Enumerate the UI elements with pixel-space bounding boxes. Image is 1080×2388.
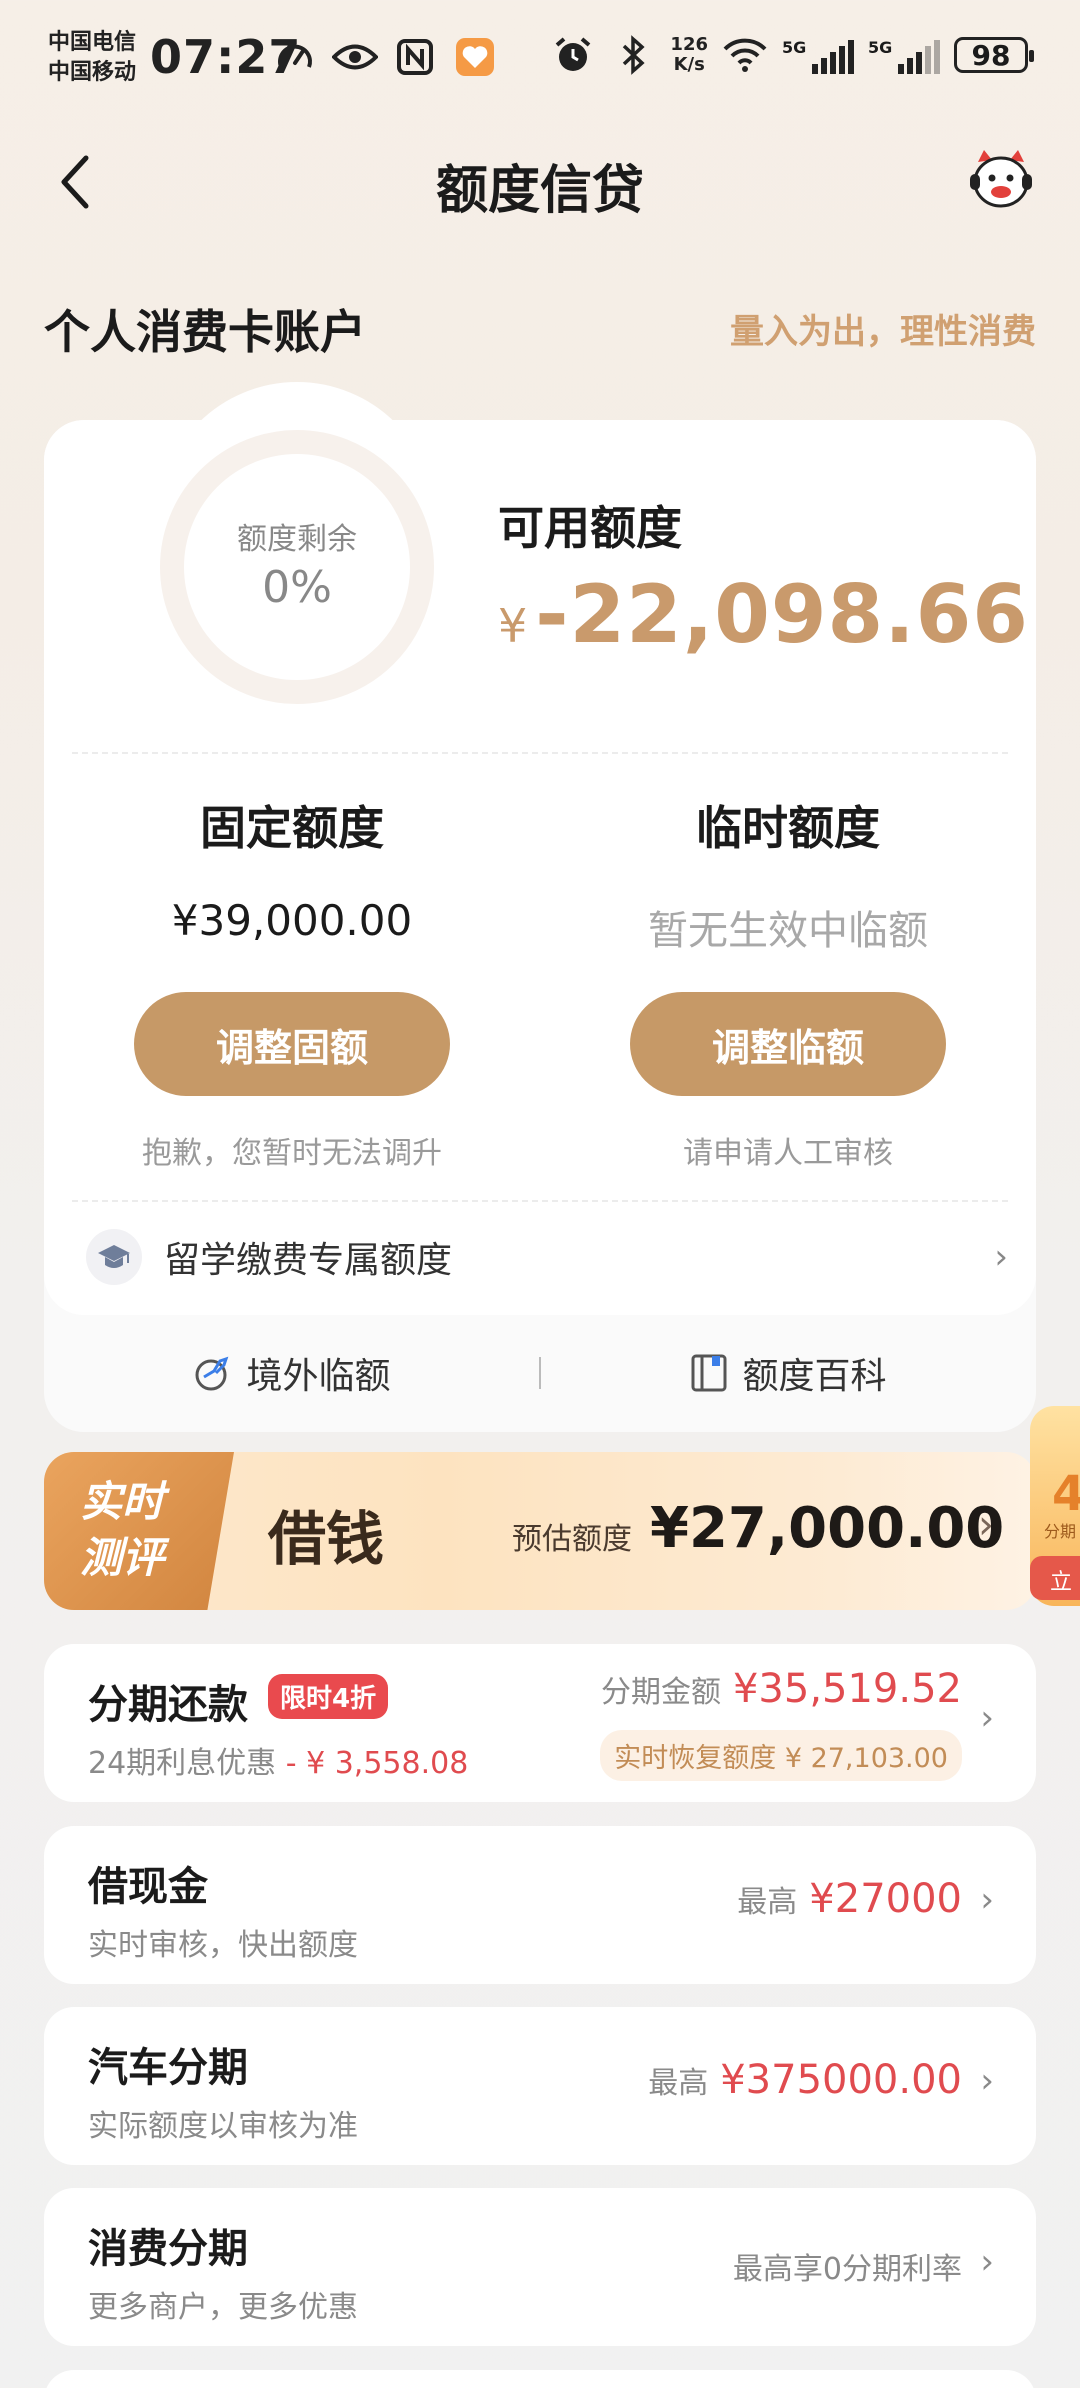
network-speed-unit: K/s — [673, 54, 705, 75]
adjust-temp-button[interactable]: 调整临额 — [630, 992, 946, 1096]
promo-button[interactable]: 立 — [1030, 1556, 1080, 1600]
study-abroad-label: 留学缴费专属额度 — [164, 1240, 453, 1281]
row-title: 分期还款 — [88, 1682, 248, 1728]
available-credit-amount: ¥ -22,098.66 — [498, 568, 1029, 661]
chevron-right-icon: › — [980, 2061, 994, 2101]
adjust-fixed-button[interactable]: 调整固额 — [134, 992, 450, 1096]
credit-wiki-link[interactable]: 额度百科 — [541, 1347, 1036, 1399]
wifi-icon — [722, 34, 768, 76]
recover-label: 实时恢复额度 — [614, 1743, 777, 1774]
page-title: 额度信贷 — [435, 161, 644, 221]
overseas-temp-credit-label: 境外临额 — [246, 1356, 391, 1397]
max-amount-value: ¥375000.00 — [720, 2057, 962, 2103]
carrier-1: 中国电信 — [48, 30, 137, 55]
temp-credit-label: 临时额度 — [696, 801, 880, 855]
divider — [72, 752, 1008, 754]
next-row-partial — [44, 2370, 1036, 2388]
mascot-icon[interactable] — [966, 148, 1036, 210]
floating-promo-badge[interactable]: 4 分期 立 — [1030, 1406, 1080, 1606]
remaining-label: 额度剩余 — [237, 522, 357, 557]
carrier-2: 中国移动 — [48, 60, 137, 85]
chevron-right-icon: › — [994, 1237, 1008, 1277]
available-credit-label: 可用额度 — [498, 501, 682, 555]
carrier-info: 中国电信 中国移动 — [48, 28, 136, 88]
max-amount: 最高 ¥375000.00 — [648, 2057, 962, 2103]
recover-credit-badge: 实时恢复额度 ¥ 27,103.00 — [600, 1730, 962, 1781]
installment-repay-row[interactable]: 分期还款 限时4折 24期利息优惠 - ¥ 3,558.08 分期金额 ¥35,… — [44, 1644, 1036, 1802]
fixed-credit-value: ¥39,000.00 — [171, 896, 413, 945]
eye-icon — [332, 36, 378, 78]
installment-amount-value: ¥35,519.52 — [732, 1666, 962, 1712]
signal-2-label: 5G — [868, 38, 893, 57]
borrow-banner[interactable]: 实时 测评 借钱 预估额度 ¥27,000.00 › — [44, 1452, 1036, 1610]
signal-strength-2: 5G — [868, 36, 940, 74]
max-label: 最高 — [648, 2066, 709, 2101]
limited-discount-badge: 限时4折 — [268, 1674, 389, 1719]
credit-quick-links: 境外临额 额度百科 — [44, 1338, 1036, 1408]
chevron-right-icon: › — [980, 1880, 994, 1920]
overseas-temp-credit-link[interactable]: 境外临额 — [44, 1347, 539, 1399]
row-title: 消费分期 — [88, 2226, 248, 2272]
realtime-eval-tag: 实时 测评 — [44, 1452, 234, 1610]
max-label: 最高 — [737, 1885, 798, 1920]
row-subtitle: 实时审核，快出额度 — [88, 1928, 358, 1963]
row-title: 借现金 — [88, 1864, 208, 1910]
credit-wiki-label: 额度百科 — [742, 1356, 887, 1397]
fixed-credit-label: 固定额度 — [200, 801, 384, 855]
borrow-title: 借钱 — [268, 1505, 385, 1573]
study-abroad-credit-row[interactable]: 留学缴费专属额度 › — [72, 1222, 1008, 1292]
cash-loan-row[interactable]: 借现金 实时审核，快出额度 最高 ¥27000 › — [44, 1826, 1036, 1984]
bluetooth-icon — [610, 34, 656, 76]
available-amount-value: -22,098.66 — [535, 568, 1029, 661]
signal-1-label: 5G — [782, 38, 807, 57]
divider — [72, 1200, 1008, 1202]
remaining-percent: 0% — [262, 562, 332, 613]
temp-credit-value: 暂无生效中临额 — [648, 908, 928, 954]
nfc-icon — [392, 36, 438, 78]
tag-line-2: 测评 — [80, 1533, 165, 1582]
max-amount-value: ¥27000 — [809, 1876, 962, 1922]
alarm-icon — [550, 34, 596, 76]
tag-line-1: 实时 — [80, 1477, 165, 1526]
row-subtitle: 实际额度以审核为准 — [88, 2109, 358, 2144]
account-section-title: 个人消费卡账户 — [44, 305, 366, 359]
fixed-note: 抱歉，您暂时无法调升 — [142, 1136, 442, 1171]
estimate-amount: ¥27,000.00 — [650, 1496, 1005, 1561]
chevron-right-icon: › — [980, 2242, 994, 2282]
chevron-right-icon: › — [978, 1502, 994, 1548]
consumer-installment-row[interactable]: 消费分期 更多商户，更多优惠 最高享0分期利率 › — [44, 2188, 1036, 2346]
interest-discount-label: 24期利息优惠 — [88, 1746, 277, 1781]
temp-note: 请申请人工审核 — [683, 1136, 893, 1171]
row-title: 汽车分期 — [88, 2045, 248, 2091]
promo-sub: 分期 — [1044, 1522, 1077, 1541]
network-speed-value: 126 — [670, 34, 708, 55]
slogan-text: 量入为出，理性消费 — [730, 312, 1036, 352]
car-installment-row[interactable]: 汽车分期 实际额度以审核为准 最高 ¥375000.00 › — [44, 2007, 1036, 2165]
promo-number: 4 — [1052, 1466, 1080, 1522]
chevron-right-icon: › — [980, 1698, 994, 1738]
interest-discount-amount: - ¥ 3,558.08 — [285, 1746, 469, 1781]
estimate-label: 预估额度 — [512, 1522, 632, 1557]
installment-amount-label: 分期金额 — [600, 1675, 721, 1710]
app-notification-icon — [452, 36, 498, 78]
status-left-icons — [272, 36, 498, 78]
zero-interest-label: 最高享0分期利率 — [732, 2252, 962, 2287]
globe-plane-icon — [195, 1356, 229, 1391]
max-amount: 最高 ¥27000 — [737, 1876, 962, 1922]
status-right-icons: 126 K/s 5G 5G 98 — [550, 34, 1034, 76]
battery-indicator: 98 — [954, 37, 1034, 73]
interest-discount: 24期利息优惠 - ¥ 3,558.08 — [88, 1738, 468, 1782]
book-icon — [691, 1354, 727, 1392]
installment-amount: 分期金额 ¥35,519.52 — [601, 1666, 962, 1712]
row-subtitle: 更多商户，更多优惠 — [88, 2290, 358, 2325]
graduation-cap-icon — [86, 1229, 142, 1285]
speedometer-icon — [272, 36, 318, 78]
recover-amount: ¥ 27,103.00 — [784, 1743, 948, 1774]
signal-strength-1: 5G — [782, 36, 854, 74]
currency-symbol: ¥ — [498, 599, 528, 653]
network-speed: 126 K/s — [670, 35, 708, 75]
